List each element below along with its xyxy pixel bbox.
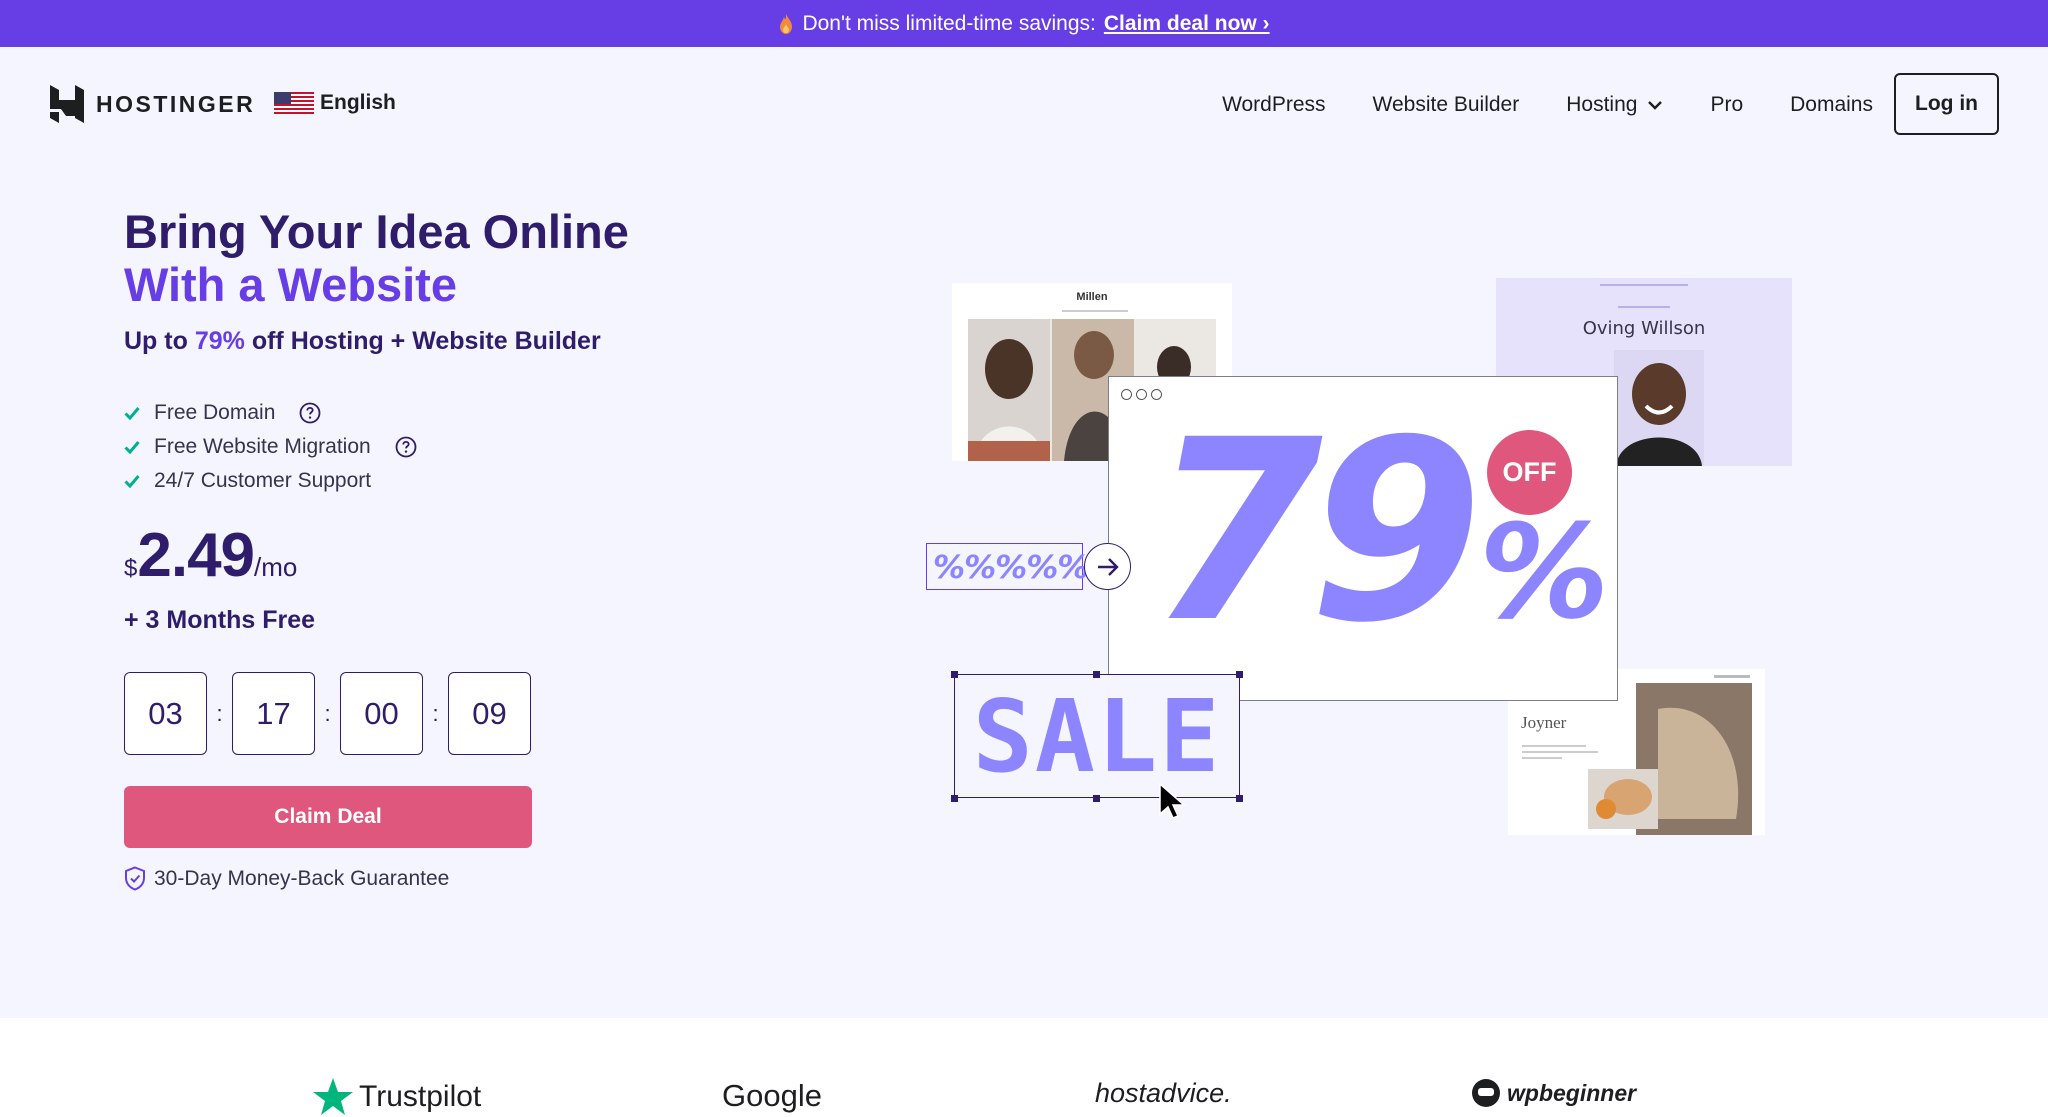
subtitle-prefix: Up to xyxy=(124,327,195,355)
feature-label: 24/7 Customer Support xyxy=(154,469,372,492)
google-logo: Google xyxy=(722,1078,822,1114)
check-icon xyxy=(124,407,140,420)
selection-handle xyxy=(1236,795,1243,802)
check-icon xyxy=(124,475,140,488)
help-icon[interactable] xyxy=(395,436,417,458)
hostadvice-logo: hostadvice. xyxy=(1095,1078,1232,1109)
price: $ 2.49 /mo xyxy=(124,520,297,591)
nav-website-builder[interactable]: Website Builder xyxy=(1373,93,1520,117)
login-button[interactable]: Log in xyxy=(1894,73,1999,135)
main-nav: WordPress Website Builder Hosting Pro Do… xyxy=(1222,93,1873,117)
sale-text-box: SALE xyxy=(954,674,1240,798)
help-icon[interactable] xyxy=(299,402,321,424)
us-flag-icon xyxy=(274,92,314,114)
check-icon xyxy=(124,441,140,454)
discount-number: 79 xyxy=(1149,386,1483,677)
countdown-days: 03 xyxy=(124,672,207,755)
hero-title-line1: Bring Your Idea Online xyxy=(124,205,629,258)
price-amount: 2.49 xyxy=(137,521,255,590)
subtitle-suffix: off Hosting + Website Builder xyxy=(244,327,601,355)
selection-handle xyxy=(1093,795,1100,802)
feature-list: Free Domain Free Website Migration 24/7 … xyxy=(124,396,417,498)
percent-strip: %%%%% xyxy=(926,543,1089,590)
trustpilot-label: Trustpilot xyxy=(359,1080,482,1113)
feature-item: 24/7 Customer Support xyxy=(124,464,417,498)
subtitle-percent: 79% xyxy=(194,327,245,355)
money-back-guarantee: 30-Day Money-Back Guarantee xyxy=(124,866,449,891)
star-icon xyxy=(313,1078,353,1115)
trustpilot-logo: Trustpilot xyxy=(313,1078,481,1116)
nav-domains[interactable]: Domains xyxy=(1790,93,1873,117)
nav-hosting-label: Hosting xyxy=(1566,93,1638,116)
feature-label: Free Website Migration xyxy=(154,435,371,458)
claim-deal-button[interactable]: Claim Deal xyxy=(124,786,532,848)
bonus-text: + 3 Months Free xyxy=(124,606,316,634)
promo-claim-link[interactable]: Claim deal now › xyxy=(1104,12,1270,36)
price-period: /mo xyxy=(254,552,298,582)
countdown-timer: 03 : 17 : 00 : 09 xyxy=(124,672,531,755)
shield-check-icon xyxy=(125,866,145,891)
promo-bar: Don't miss limited-time savings: Claim d… xyxy=(0,0,2048,47)
off-badge: OFF xyxy=(1487,430,1572,515)
promo-browser-window: 79 % xyxy=(1108,376,1618,701)
countdown-separator: : xyxy=(324,700,331,726)
mouse-pointer-icon xyxy=(1159,782,1186,819)
arrow-right-icon xyxy=(1084,543,1131,590)
logo-text: HOSTINGER xyxy=(96,90,256,117)
wpbeginner-logo: wpbeginner xyxy=(1471,1078,1636,1108)
google-label: Google xyxy=(722,1078,822,1113)
countdown-separator: : xyxy=(432,700,439,726)
feature-item: Free Website Migration xyxy=(124,430,417,464)
hostinger-logo[interactable]: HOSTINGER xyxy=(50,85,255,123)
wpbeginner-icon xyxy=(1472,1079,1500,1107)
hostadvice-label: hostadvice. xyxy=(1095,1078,1232,1108)
selection-handle xyxy=(951,671,958,678)
flame-icon xyxy=(780,13,793,34)
countdown-minutes: 00 xyxy=(340,672,423,755)
countdown-separator: : xyxy=(216,700,223,726)
nav-wordpress[interactable]: WordPress xyxy=(1222,93,1325,117)
site-header: HOSTINGER English WordPress Website Buil… xyxy=(0,47,2048,162)
chevron-down-icon xyxy=(1648,101,1663,110)
language-label: English xyxy=(320,91,396,114)
promo-text: Don't miss limited-time savings: xyxy=(802,11,1096,35)
discount-percent-sign: % xyxy=(1479,496,1610,648)
selection-handle xyxy=(1236,671,1243,678)
wpbeginner-label: wpbeginner xyxy=(1507,1079,1637,1106)
feature-label: Free Domain xyxy=(154,401,276,424)
hostinger-logo-icon xyxy=(50,85,84,123)
price-currency: $ xyxy=(124,555,138,582)
selection-handle xyxy=(1093,671,1100,678)
feature-item: Free Domain xyxy=(124,396,417,430)
countdown-hours: 17 xyxy=(232,672,315,755)
selection-handle xyxy=(951,795,958,802)
countdown-seconds: 09 xyxy=(448,672,531,755)
trust-logos-strip: Trustpilot Google hostadvice. wpbeginner xyxy=(0,1018,2048,1117)
nav-hosting[interactable]: Hosting xyxy=(1566,93,1663,117)
nav-pro[interactable]: Pro xyxy=(1710,93,1743,117)
hero-title: Bring Your Idea Online With a Website xyxy=(124,205,629,311)
hero-subtitle: Up to 79% off Hosting + Website Builder xyxy=(124,327,601,356)
language-selector[interactable]: English xyxy=(274,91,396,115)
hero-title-line2: With a Website xyxy=(124,258,457,311)
guarantee-label: 30-Day Money-Back Guarantee xyxy=(154,866,450,890)
